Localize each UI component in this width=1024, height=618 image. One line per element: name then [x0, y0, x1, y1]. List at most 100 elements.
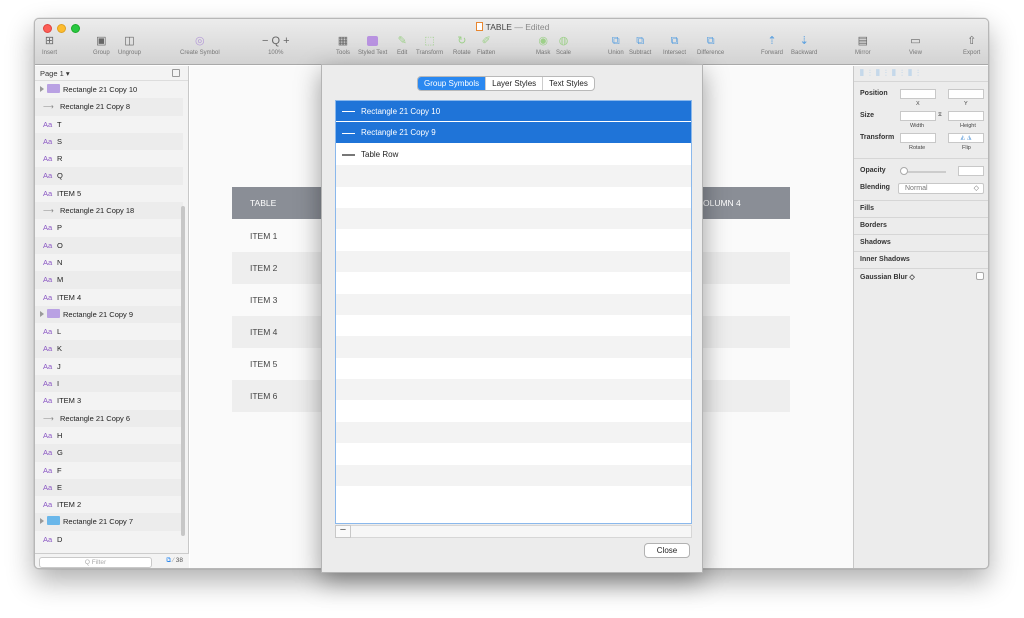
transform-button[interactable]: ⬚ Transform — [416, 35, 443, 56]
mask-button[interactable]: ◉ Mask — [536, 35, 550, 56]
layer-item[interactable]: Aa D — [35, 531, 183, 548]
layer-item[interactable]: Aa P — [35, 219, 183, 236]
flip-buttons[interactable]: ◭ ◮ — [948, 133, 984, 143]
opacity-slider-knob[interactable] — [900, 167, 908, 175]
symbol-list-item[interactable]: Rectangle 21 Copy 10 — [336, 101, 691, 123]
divider — [854, 234, 988, 235]
backward-button[interactable]: ⇣ Backward — [791, 35, 817, 56]
empty-list-row — [336, 336, 691, 358]
layer-item[interactable]: Aa R — [35, 150, 183, 167]
layer-item[interactable]: ⟶ Rectangle 21 Copy 6 — [35, 409, 183, 427]
layer-item[interactable]: Aa H — [35, 427, 183, 444]
layer-item[interactable]: Aa ITEM 5 — [35, 185, 183, 202]
position-y-field[interactable] — [948, 89, 984, 99]
zoom-control[interactable]: − Q +100% — [262, 35, 290, 56]
layer-item[interactable]: Aa T — [35, 116, 183, 133]
tab-layer-styles[interactable]: Layer Styles — [486, 77, 544, 90]
disclosure-triangle-icon[interactable] — [40, 310, 44, 317]
scale-button[interactable]: ◍ Scale — [556, 35, 571, 56]
view-button[interactable]: ▭ View — [909, 35, 922, 56]
layer-item[interactable]: Aa S — [35, 132, 183, 151]
lock-ratio-icon[interactable]: ⧖ — [938, 112, 942, 119]
layer-label: G — [57, 448, 63, 458]
tools-button[interactable]: ▦ Tools — [336, 35, 350, 56]
divider — [854, 158, 988, 159]
layer-item[interactable]: Aa J — [35, 358, 183, 375]
position-label: Position — [860, 90, 888, 97]
layer-item[interactable]: Aa ITEM 2 — [35, 496, 183, 513]
layer-item[interactable]: ⟶ Rectangle 21 Copy 18 — [35, 202, 183, 220]
remove-symbol-button[interactable]: − — [335, 525, 351, 538]
tab-text-styles[interactable]: Text Styles — [543, 77, 594, 90]
layer-item[interactable]: Aa E — [35, 478, 183, 497]
text-layer-icon: Aa — [43, 396, 53, 406]
layer-item[interactable]: Aa M — [35, 271, 183, 289]
text-layer-icon: Aa — [43, 257, 53, 267]
height-field[interactable] — [948, 111, 984, 121]
disclosure-triangle-icon[interactable] — [40, 86, 44, 92]
layer-item[interactable]: Aa K — [35, 340, 183, 358]
layer-item[interactable]: Rectangle 21 Copy 10 — [35, 81, 183, 98]
opacity-field[interactable] — [958, 166, 984, 176]
tab-group-symbols[interactable]: Group Symbols — [418, 77, 487, 90]
symbol-line-icon: ⟶ — [43, 102, 54, 112]
disclosure-triangle-icon[interactable] — [40, 518, 44, 525]
text-layer-icon: Aa — [43, 482, 53, 492]
layer-item[interactable]: Aa L — [35, 323, 183, 340]
gaussian-blur-checkbox[interactable] — [976, 272, 984, 280]
text-layer-icon: Aa — [43, 136, 53, 146]
ungroup-button[interactable]: ◫ Ungroup — [118, 35, 141, 56]
difference-button[interactable]: ⧉ Difference — [697, 35, 724, 56]
layer-item[interactable]: ⟶ Rectangle 21 Copy 8 — [35, 98, 183, 116]
layers-scrollbar[interactable] — [181, 206, 185, 536]
close-button[interactable]: Close — [644, 543, 690, 558]
edit-button[interactable]: ✎ Edit — [397, 35, 407, 56]
shadows-header[interactable]: Shadows — [860, 239, 891, 246]
styled-text-button[interactable]: Styled Text — [358, 35, 387, 56]
gaussian-blur-header[interactable]: Gaussian Blur ◇ — [860, 273, 915, 281]
alignment-toolbar[interactable]: ⫴⫶⫴⫶⫴⫶⫴⫶ — [854, 66, 988, 82]
add-page-icon[interactable] — [172, 69, 180, 77]
layer-item[interactable]: Aa ITEM 4 — [35, 289, 183, 306]
layer-item[interactable]: Rectangle 21 Copy 7 — [35, 513, 183, 531]
forward-button[interactable]: ⇡ Forward — [761, 35, 783, 56]
mirror-button[interactable]: ▤ Mirror — [855, 35, 871, 56]
export-button[interactable]: ⇧ Export — [963, 35, 980, 56]
inner-shadows-header[interactable]: Inner Shadows — [860, 256, 910, 263]
flip-icon: ◭ ◮ — [960, 135, 972, 141]
intersect-button[interactable]: ⧉ Intersect — [663, 35, 686, 56]
create-symbol-button[interactable]: ◎ Create Symbol — [180, 35, 220, 56]
text-layer-icon: Aa — [43, 327, 53, 337]
subtract-button[interactable]: ⧉ Subtract — [629, 35, 651, 56]
layer-item[interactable]: Aa F — [35, 462, 183, 479]
layer-item[interactable]: Aa Q — [35, 167, 183, 185]
symbol-list-item[interactable]: Table Row — [336, 144, 691, 165]
text-layer-icon: Aa — [43, 361, 53, 371]
borders-header[interactable]: Borders — [860, 222, 887, 229]
layer-item[interactable]: Aa I — [35, 375, 183, 393]
blending-select[interactable]: Normal ◇ — [898, 183, 984, 194]
styles-tab-bar: Group Symbols Layer Styles Text Styles — [417, 76, 595, 91]
insert-button[interactable]: ⊞ Insert — [42, 35, 57, 56]
layer-item[interactable]: Rectangle 21 Copy 9 — [35, 305, 183, 324]
page-selector[interactable]: Page 1 ▾ — [35, 66, 188, 81]
group-icon: ▣ — [96, 35, 107, 47]
scale-icon: ◍ — [558, 35, 569, 47]
layer-item[interactable]: Aa N — [35, 254, 183, 271]
group-button[interactable]: ▣ Group — [93, 35, 110, 56]
list-footer-bar — [351, 525, 692, 538]
layer-label: ITEM 3 — [57, 396, 82, 406]
layer-item[interactable]: Aa O — [35, 236, 183, 254]
symbol-list-item[interactable]: Rectangle 21 Copy 9 — [336, 122, 691, 144]
rotate-button[interactable]: ↻ Rotate — [453, 35, 471, 56]
layer-item[interactable]: Aa ITEM 3 — [35, 392, 183, 409]
rotate-field[interactable] — [900, 133, 936, 143]
width-field[interactable] — [900, 111, 936, 121]
flatten-button[interactable]: ✐ Flatten — [477, 35, 495, 56]
position-x-field[interactable] — [900, 89, 936, 99]
layer-item[interactable]: Aa G — [35, 444, 183, 462]
filter-input[interactable]: Q Filter — [39, 557, 152, 568]
empty-list-row — [336, 400, 691, 421]
fills-header[interactable]: Fills — [860, 205, 874, 212]
union-button[interactable]: ⧉ Union — [608, 35, 624, 56]
